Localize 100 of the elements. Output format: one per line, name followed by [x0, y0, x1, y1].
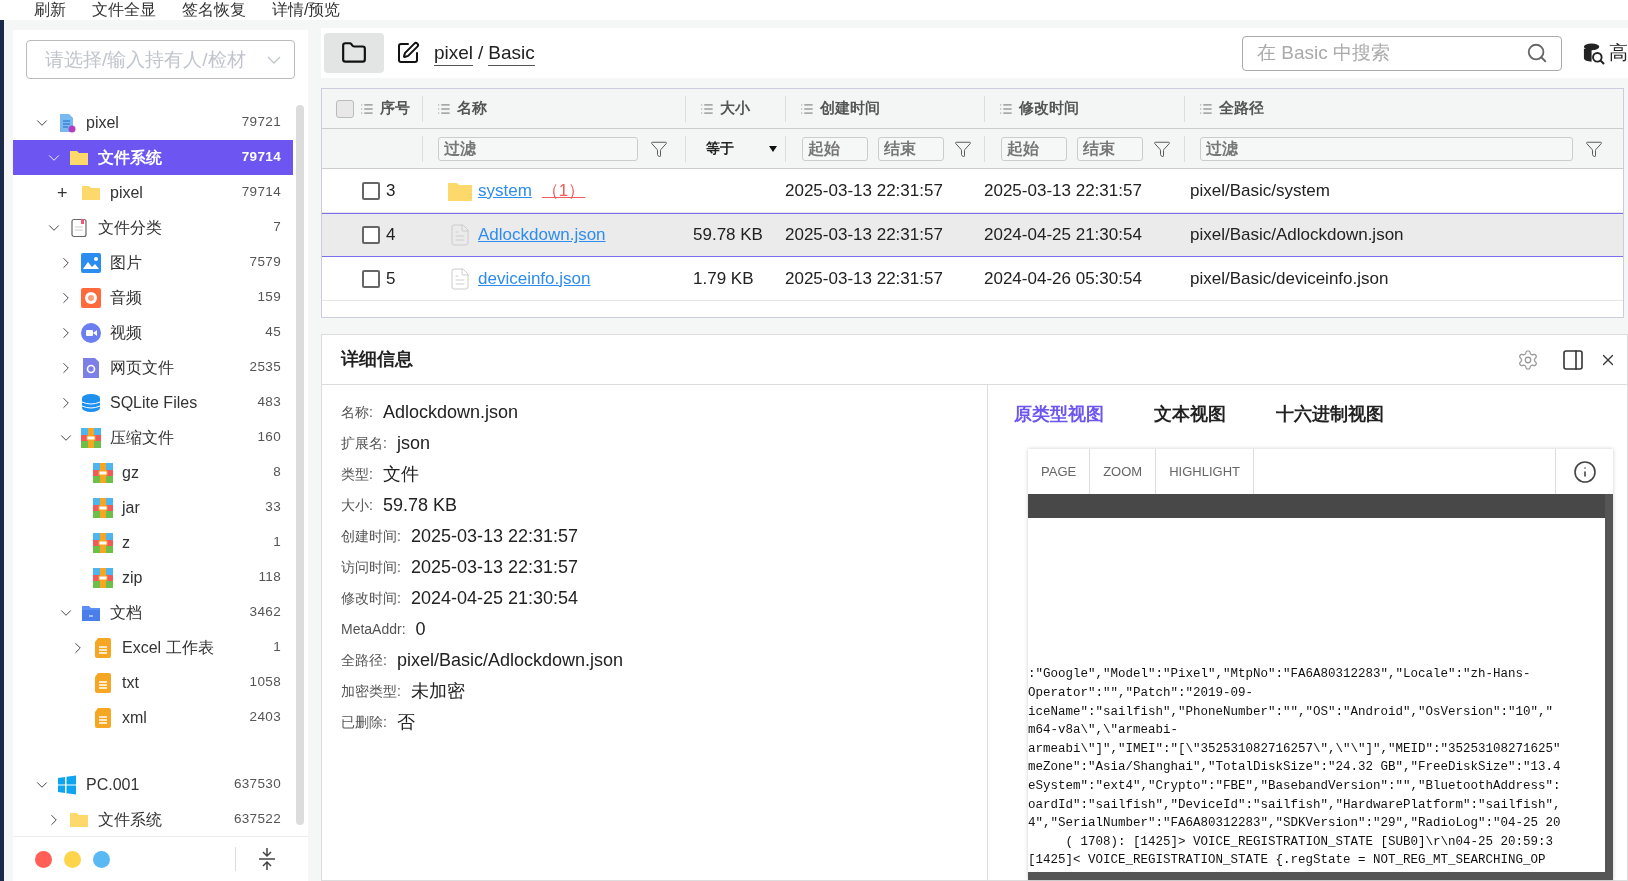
tree-item[interactable]: txt 1058	[13, 665, 293, 700]
row-number: 5	[386, 267, 396, 290]
tree-item[interactable]: 图片 7579	[13, 245, 293, 280]
property-value: 未加密	[410, 680, 465, 703]
filter-field[interactable]: 过滤	[1200, 136, 1573, 161]
filter-field[interactable]: 过滤	[438, 136, 638, 161]
search-field[interactable]: 在 Basic 中搜索	[1242, 35, 1562, 71]
table-row[interactable]: 4 Adlockdown.json 59.78 KB 2025-03-13 22:31:57 2024-04-25 21:30:54 pixel/Basic/Adlockdown.json	[322, 213, 1623, 257]
item-count: 118	[258, 568, 281, 587]
tree-label: 文件分类	[98, 217, 163, 238]
breadcrumb-link[interactable]: pixel	[434, 40, 474, 66]
menu-item[interactable]: 签名恢复	[182, 0, 246, 20]
tree-item[interactable]: zip 118	[13, 560, 293, 595]
image-icon	[81, 252, 101, 273]
folder-icon	[341, 40, 367, 66]
filter-field[interactable]: 结束	[1077, 136, 1143, 161]
document-icon	[93, 672, 113, 693]
tree-item[interactable]: 文件系统 79714	[13, 140, 293, 175]
expand-toggle[interactable]: +	[57, 183, 68, 202]
property-label: 名称:	[341, 403, 373, 422]
filter-icon[interactable]	[650, 139, 668, 158]
filter-field[interactable]: 起始	[802, 136, 868, 161]
tree-item[interactable]: 文档 3462	[13, 595, 293, 630]
property-value: 59.78 KB	[382, 494, 457, 517]
document-text-line: m64-v8a\",\"armeabi-	[1028, 722, 1179, 740]
item-count: 45	[265, 323, 281, 342]
item-count: 3462	[249, 603, 281, 622]
dropdown-icon	[267, 56, 281, 64]
settings-icon[interactable]	[1517, 348, 1539, 371]
tree-item[interactable]: 视频 45	[13, 315, 293, 350]
menu-item[interactable]: 刷新	[34, 0, 66, 20]
tree-item[interactable]: xml 2403	[13, 700, 293, 735]
view-tab[interactable]: 十六进制视图	[1276, 400, 1384, 428]
tree-item[interactable]: + pixel 79714	[13, 175, 293, 210]
breadcrumb-link[interactable]: Basic	[488, 40, 535, 66]
table-cell-text: pixel/Basic/deviceinfo.json	[1189, 267, 1390, 290]
view-tab[interactable]: 原类型视图	[1014, 400, 1104, 428]
filter-field[interactable]: 结束	[878, 136, 944, 161]
tree-label: 网页文件	[110, 357, 175, 378]
web-file-icon	[81, 357, 101, 378]
file-link[interactable]: deviceinfo.json	[478, 265, 591, 292]
property-label: 创建时间:	[341, 527, 401, 546]
item-count: 2535	[249, 358, 281, 377]
tree-item[interactable]: jar 33	[13, 490, 293, 525]
column-header[interactable]: 大小	[720, 97, 750, 120]
tree-item[interactable]: Excel 工作表 1	[13, 630, 293, 665]
filter-icon[interactable]	[954, 139, 972, 158]
filter-icon[interactable]	[1153, 139, 1171, 158]
tree-label: txt	[122, 672, 140, 693]
tree-item[interactable]: 压缩文件 160	[13, 420, 293, 455]
column-header[interactable]: 序号	[380, 97, 410, 120]
document-text-line: [1425]< VOICE_REGISTRATION_STATE {.regState = NOT_REG_MT_SEARCHING_OP	[1028, 852, 1546, 870]
column-header[interactable]: 创建时间	[820, 97, 880, 120]
tree-item[interactable]: SQLite Files 483	[13, 385, 293, 420]
column-header[interactable]: 修改时间	[1019, 97, 1079, 120]
item-count: 2403	[249, 708, 281, 727]
table-row[interactable]: 5 deviceinfo.json 1.79 KB 2025-03-13 22:31:57 2024-04-26 05:30:54 pixel/Basic/deviceinfo.json	[322, 257, 1623, 301]
document-text-line: oardId":"sailfish","DeviceId":"sailfish","HardwarePlatform":"sailfish",	[1028, 796, 1561, 814]
edit-icon[interactable]	[396, 41, 420, 65]
filter-field[interactable]: 起始	[1001, 136, 1067, 161]
tree-item[interactable]: 网页文件 2535	[13, 350, 293, 385]
tree-item[interactable]: gz 8	[13, 455, 293, 490]
tree-item[interactable]: z 1	[13, 525, 293, 560]
file-icon	[448, 223, 472, 247]
tree-item[interactable]: 文件系统 637522	[13, 802, 293, 836]
property-value: json	[396, 432, 430, 455]
folder-button[interactable]	[324, 33, 384, 73]
row-checkbox[interactable]	[362, 269, 380, 288]
tree-item[interactable]: 音频 159	[13, 280, 293, 315]
info-icon[interactable]	[1572, 459, 1597, 484]
menu-item[interactable]: 详情/预览	[272, 0, 341, 20]
tree-item[interactable]: PC.001 637530	[13, 767, 293, 802]
tree-item[interactable]: 文件分类 7	[13, 210, 293, 245]
table-cell-text: 59.78 KB	[692, 224, 764, 247]
item-count: 79721	[241, 113, 281, 132]
row-checkbox[interactable]	[362, 181, 380, 200]
advanced-search-button[interactable]: 高	[1582, 38, 1628, 68]
scrollbar[interactable]	[296, 105, 304, 825]
side-panel-icon[interactable]	[1561, 347, 1585, 372]
file-link[interactable]: system	[478, 177, 532, 204]
item-count: 160	[257, 428, 281, 447]
document-text-line: meZone":"Asia/Shanghai","TotalDiskSize":"24.32 GB","FreeDiskSize":"13.4	[1028, 759, 1561, 777]
menu-item[interactable]: 文件全显	[92, 0, 156, 20]
operator-select[interactable]: 等于	[706, 138, 777, 159]
tree-item[interactable]: pixel 79721	[13, 105, 293, 140]
tree-label: pixel	[110, 182, 144, 203]
view-tab[interactable]: 文本视图	[1154, 400, 1226, 428]
row-checkbox[interactable]	[362, 226, 380, 244]
collapse-icon[interactable]	[258, 848, 276, 870]
list-icon	[700, 101, 714, 116]
column-header[interactable]: 名称	[457, 97, 487, 120]
dropdown-icon	[769, 145, 777, 152]
document-text-line: eSystem":"ext4","Crypto":"FBE","BasebandVersion":"","BluetoothAddress":	[1028, 778, 1561, 796]
search-icon	[1526, 41, 1548, 64]
filter-icon[interactable]	[1585, 139, 1603, 158]
owner-select[interactable]: 请选择/输入持有人/检材	[26, 40, 295, 79]
document-text-line: ( 1708): [1425]> VOICE_REGISTRATION_STATE [SUB0]\r\n04-25 20:59:3	[1064, 833, 1554, 851]
select-all-checkbox[interactable]	[336, 99, 354, 118]
tree-label: 图片	[110, 252, 143, 273]
column-header[interactable]: 全路径	[1219, 97, 1264, 120]
